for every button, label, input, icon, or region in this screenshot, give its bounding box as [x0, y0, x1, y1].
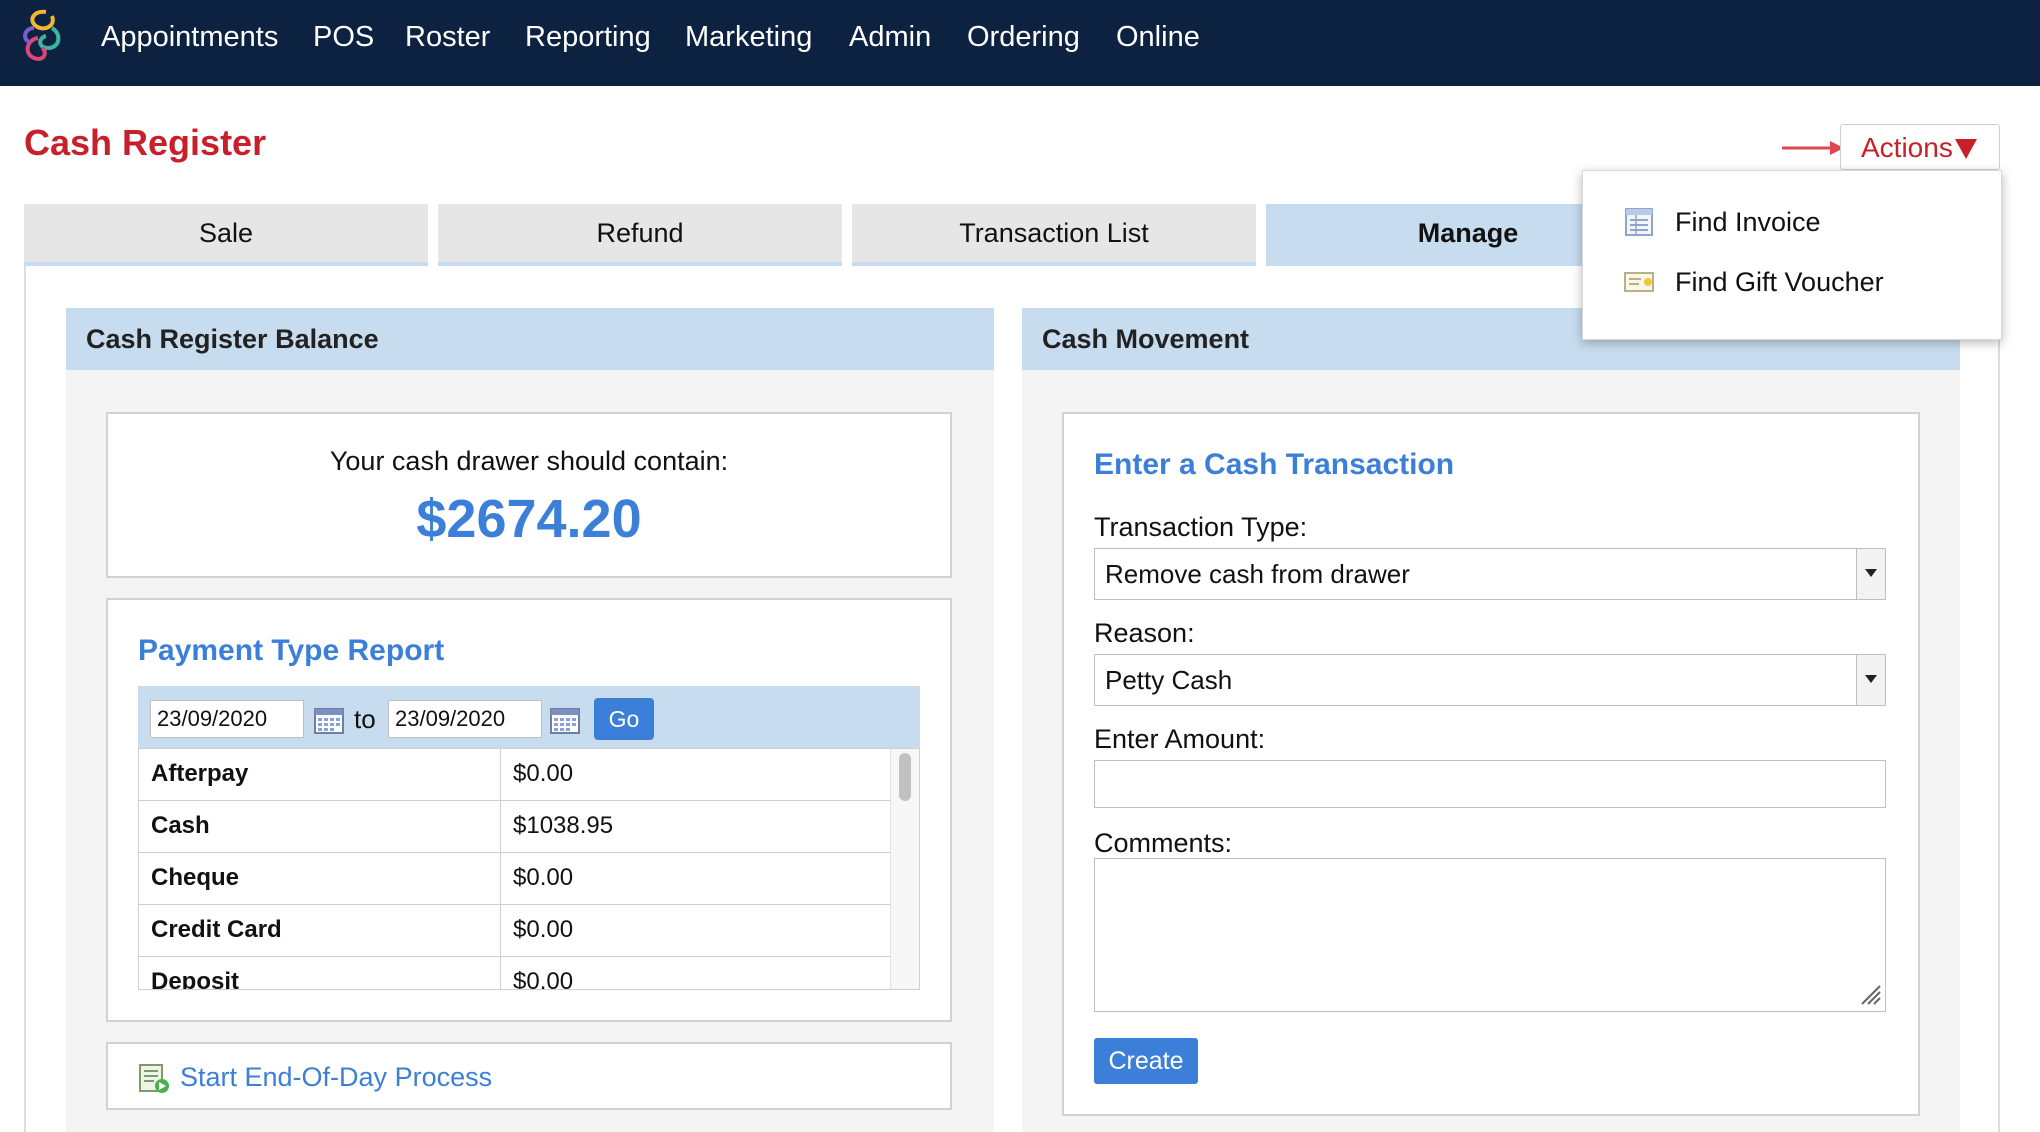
drawer-amount: $2674.20: [416, 489, 642, 549]
reason-label: Reason:: [1094, 618, 1195, 648]
date-range-bar: 23/09/2020 to 23/09/2020 Go: [138, 686, 920, 748]
tab-transaction-list[interactable]: Transaction List: [852, 204, 1256, 266]
resize-grip-icon[interactable]: [1858, 982, 1882, 1006]
actions-button[interactable]: Actions: [1840, 124, 2000, 170]
menu-item-find-invoice[interactable]: Find Invoice: [1583, 193, 2001, 251]
payment-type-cell: Credit Card: [139, 905, 501, 956]
nav-reporting[interactable]: Reporting: [525, 18, 651, 56]
start-end-of-day-link[interactable]: Start End-Of-Day Process: [180, 1060, 492, 1094]
spiral-logo-icon[interactable]: [16, 4, 72, 70]
payment-type-table[interactable]: Afterpay $0.00 Cash $1038.95 Cheque $0.0…: [138, 748, 920, 990]
payment-amount-cell: $0.00: [513, 968, 574, 990]
top-nav: Appointments POS Roster Reporting Market…: [0, 0, 2040, 86]
comments-label: Comments:: [1094, 828, 1233, 858]
arrow-right-icon: [1782, 141, 1844, 155]
actions-dropdown-menu: Find Invoice Find Gift Voucher: [1582, 170, 2002, 340]
invoice-icon: [1625, 208, 1653, 236]
payment-amount-cell: $0.00: [513, 916, 574, 943]
nav-ordering[interactable]: Ordering: [967, 18, 1080, 56]
table-row: Credit Card $0.00: [139, 905, 891, 957]
payment-type-cell: Afterpay: [139, 749, 501, 800]
create-button[interactable]: Create: [1094, 1038, 1198, 1084]
payment-amount-cell: $0.00: [513, 760, 574, 787]
payment-report-title: Payment Type Report: [138, 634, 445, 667]
table-row: Cheque $0.00: [139, 853, 891, 905]
payment-amount-cell: $0.00: [513, 864, 574, 891]
payment-type-cell: Deposit: [139, 957, 501, 989]
table-scrollbar[interactable]: [890, 749, 919, 989]
amount-input[interactable]: [1094, 760, 1886, 808]
menu-item-label: Find Gift Voucher: [1675, 267, 1884, 297]
tab-refund[interactable]: Refund: [438, 204, 842, 266]
reason-select[interactable]: Petty Cash: [1094, 654, 1886, 706]
date-from-input[interactable]: 23/09/2020: [150, 700, 304, 738]
chevron-down-icon[interactable]: [1856, 549, 1885, 599]
nav-marketing[interactable]: Marketing: [685, 18, 812, 56]
tab-sale[interactable]: Sale: [24, 204, 428, 266]
cash-transaction-title: Enter a Cash Transaction: [1094, 448, 1455, 481]
payment-amount-cell: $1038.95: [513, 812, 614, 839]
nav-appointments[interactable]: Appointments: [101, 18, 278, 56]
payment-type-cell: Cash: [139, 801, 501, 852]
payment-type-cell: Cheque: [139, 853, 501, 904]
calendar-icon[interactable]: [550, 706, 580, 734]
table-row: Cash $1038.95: [139, 801, 891, 853]
cash-register-balance-heading: Cash Register Balance: [66, 308, 994, 370]
caret-down-icon: [1955, 139, 1977, 159]
transaction-type-select[interactable]: Remove cash from drawer: [1094, 548, 1886, 600]
transaction-type-value: Remove cash from drawer: [1105, 559, 1410, 589]
transaction-type-label: Transaction Type:: [1094, 512, 1308, 542]
go-button[interactable]: Go: [594, 698, 654, 740]
calendar-icon[interactable]: [314, 706, 344, 734]
nav-pos[interactable]: POS: [313, 18, 374, 56]
scrollbar-thumb[interactable]: [899, 753, 911, 801]
amount-label: Enter Amount:: [1094, 724, 1266, 754]
report-icon: [139, 1064, 169, 1093]
gift-voucher-icon: [1624, 272, 1654, 292]
date-to-input[interactable]: 23/09/2020: [388, 700, 542, 738]
nav-online[interactable]: Online: [1116, 18, 1200, 56]
reason-value: Petty Cash: [1105, 665, 1233, 695]
comments-textarea[interactable]: [1094, 858, 1886, 1012]
menu-item-label: Find Invoice: [1675, 207, 1821, 237]
page-title: Cash Register: [24, 122, 267, 163]
drawer-summary: Your cash drawer should contain: $2674.2…: [106, 412, 952, 578]
nav-roster[interactable]: Roster: [405, 18, 490, 56]
date-to-label: to: [354, 704, 376, 734]
actions-label: Actions: [1861, 132, 1953, 163]
table-row: Deposit $0.00: [139, 957, 891, 990]
drawer-label: Your cash drawer should contain:: [329, 446, 729, 476]
nav-admin[interactable]: Admin: [849, 18, 931, 56]
table-row: Afterpay $0.00: [139, 749, 891, 801]
menu-item-find-gift-voucher[interactable]: Find Gift Voucher: [1583, 253, 2001, 311]
chevron-down-icon[interactable]: [1856, 655, 1885, 705]
